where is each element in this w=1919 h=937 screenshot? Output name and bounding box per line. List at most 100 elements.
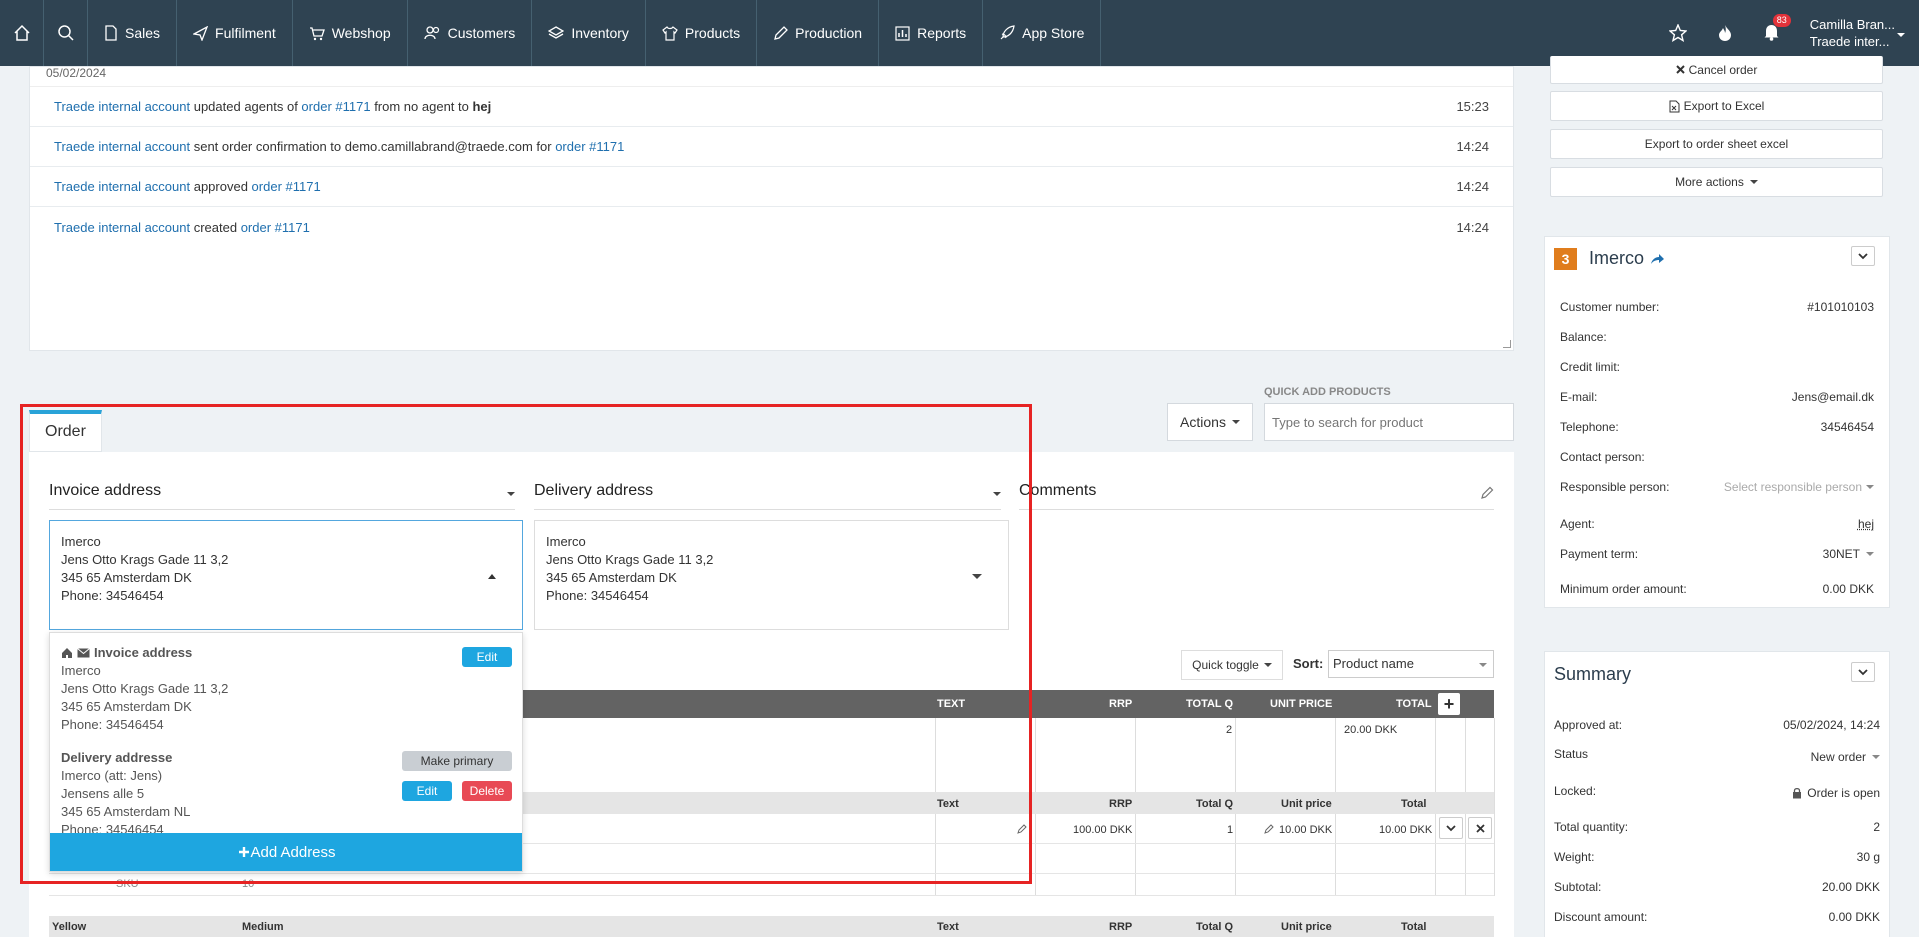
col-total-q: Total Q xyxy=(1196,921,1234,933)
notifications-button[interactable]: 83 xyxy=(1763,13,1791,44)
line-unit-price[interactable]: 10.00 DKK xyxy=(1279,824,1332,836)
status-row: Status New order xyxy=(1554,747,1880,764)
col-text: Text xyxy=(937,921,959,933)
nav-label: App Store xyxy=(1022,25,1085,41)
nav-production[interactable]: Production xyxy=(757,0,880,66)
status-select[interactable]: New order xyxy=(1811,750,1880,764)
col-rrp: RRP xyxy=(1109,798,1133,810)
export-order-sheet-button[interactable]: Export to order sheet excel xyxy=(1550,129,1883,159)
customer-name[interactable]: Imerco xyxy=(1589,248,1644,269)
close-icon xyxy=(1675,65,1685,74)
nav-sales[interactable]: Sales xyxy=(88,0,178,66)
actor-link[interactable]: Traede internal account xyxy=(54,220,190,235)
email-row: E-mail: Jens@email.dk xyxy=(1560,390,1874,404)
rocket-icon xyxy=(1000,25,1015,40)
field-label: Payment term: xyxy=(1560,547,1639,561)
collapse-customer-button[interactable] xyxy=(1851,246,1875,266)
line-qty[interactable]: 1 xyxy=(1227,824,1233,836)
field-label: Minimum order amount: xyxy=(1560,582,1687,596)
summary-total-q: 2 xyxy=(1226,724,1233,736)
lock-toggle[interactable]: Order is open xyxy=(1792,786,1880,800)
table-divider xyxy=(1494,718,1495,896)
activity-row: Traede internal account sent order confi… xyxy=(30,127,1513,167)
nav-app-store[interactable]: App Store xyxy=(983,0,1102,66)
chevron-down-icon xyxy=(1479,663,1487,667)
chevron-down-icon[interactable] xyxy=(1897,33,1905,37)
variant-color: Yellow xyxy=(52,921,87,933)
actor-link[interactable]: Traede internal account xyxy=(54,139,190,154)
nav-label: Customers xyxy=(447,25,516,41)
highlight-frame xyxy=(20,404,1032,884)
activity-text: updated agents of xyxy=(190,99,302,114)
order-link[interactable]: order #1171 xyxy=(241,220,310,235)
share-arrow-icon[interactable] xyxy=(1650,253,1665,265)
order-link[interactable]: order #1171 xyxy=(252,179,321,194)
field-label: Customer number: xyxy=(1560,300,1660,314)
responsible-person-select[interactable]: Select responsible person xyxy=(1724,480,1874,494)
home-icon[interactable] xyxy=(0,0,44,66)
chevron-down-icon xyxy=(1231,420,1240,424)
chevron-down-icon xyxy=(1749,180,1758,184)
locked-row: Locked: Order is open xyxy=(1554,784,1880,800)
payment-term-value: 30NET xyxy=(1822,547,1860,561)
nav-customers[interactable]: Customers xyxy=(408,0,533,66)
approved-row: Approved at: 05/02/2024, 14:24 xyxy=(1554,718,1880,732)
activity-log: 05/02/2024 Traede internal account updat… xyxy=(29,66,1514,351)
nav-webshop[interactable]: Webshop xyxy=(293,0,408,66)
plane-icon xyxy=(193,25,209,41)
pencil-icon[interactable] xyxy=(1264,824,1274,834)
export-excel-label: Export to Excel xyxy=(1683,99,1765,113)
user-menu[interactable]: Camilla Bran... Traede inter... xyxy=(1810,16,1895,50)
field-label: Status xyxy=(1554,747,1589,761)
nav-products[interactable]: Products xyxy=(646,0,758,66)
payment-term-select[interactable]: 30NET xyxy=(1823,547,1874,561)
actor-link[interactable]: Traede internal account xyxy=(54,179,190,194)
agent-value[interactable]: hej xyxy=(1858,517,1874,531)
quick-add-search-input[interactable] xyxy=(1264,403,1514,441)
nav-inventory[interactable]: Inventory xyxy=(532,0,646,66)
star-icon[interactable] xyxy=(1668,24,1687,42)
field-value: 30 g xyxy=(1856,850,1880,864)
agent-name: hej xyxy=(472,99,492,114)
field-label: Balance: xyxy=(1560,330,1607,344)
pencil-icon[interactable] xyxy=(1481,486,1494,499)
quick-add-label: QUICK ADD PRODUCTS xyxy=(1264,386,1391,398)
activity-row: Traede internal account updated agents o… xyxy=(30,87,1513,127)
excel-file-icon xyxy=(1669,100,1680,112)
actions-button[interactable]: Actions xyxy=(1167,403,1253,441)
order-link[interactable]: order #1171 xyxy=(555,139,624,154)
notification-count-badge: 83 xyxy=(1772,13,1791,27)
cancel-order-button[interactable]: Cancel order xyxy=(1550,56,1883,84)
actor-link[interactable]: Traede internal account xyxy=(54,99,190,114)
customer-card: 3 Imerco Customer number: #101010103 Bala… xyxy=(1544,236,1890,608)
expand-row-button[interactable] xyxy=(1439,817,1463,839)
add-column-button[interactable]: + xyxy=(1438,693,1460,715)
collapse-summary-button[interactable] xyxy=(1851,662,1875,682)
nav-fulfilment[interactable]: Fulfilment xyxy=(177,0,293,66)
col-total: Total xyxy=(1401,921,1427,933)
search-icon[interactable] xyxy=(44,0,88,66)
more-actions-button[interactable]: More actions xyxy=(1550,167,1883,197)
resize-handle[interactable] xyxy=(1503,340,1511,348)
export-excel-button[interactable]: Export to Excel xyxy=(1550,91,1883,121)
remove-row-button[interactable] xyxy=(1468,817,1492,839)
chevron-down-icon xyxy=(1263,663,1272,667)
field-value: 05/02/2024, 14:24 xyxy=(1783,718,1880,732)
responsible-placeholder: Select responsible person xyxy=(1723,480,1862,494)
variant-size: Medium xyxy=(242,921,284,933)
sort-select[interactable]: Product name xyxy=(1328,650,1494,678)
quick-toggle-button[interactable]: Quick toggle xyxy=(1181,650,1283,680)
activity-text: approved xyxy=(190,179,252,194)
field-label: Discount amount: xyxy=(1554,910,1648,924)
user-company: Traede inter... xyxy=(1809,34,1890,49)
flame-icon[interactable] xyxy=(1717,24,1733,42)
field-label: Responsible person: xyxy=(1560,480,1670,494)
credit-limit-row: Credit limit: xyxy=(1560,360,1874,374)
sort-label: Sort: xyxy=(1293,656,1324,671)
field-label: Total quantity: xyxy=(1554,820,1629,834)
field-label: E-mail: xyxy=(1560,390,1598,404)
nav-reports[interactable]: Reports xyxy=(879,0,984,66)
order-link[interactable]: order #1171 xyxy=(301,99,370,114)
min-order-row: Minimum order amount: 0.00 DKK xyxy=(1560,582,1874,596)
status-value: New order xyxy=(1810,750,1866,764)
